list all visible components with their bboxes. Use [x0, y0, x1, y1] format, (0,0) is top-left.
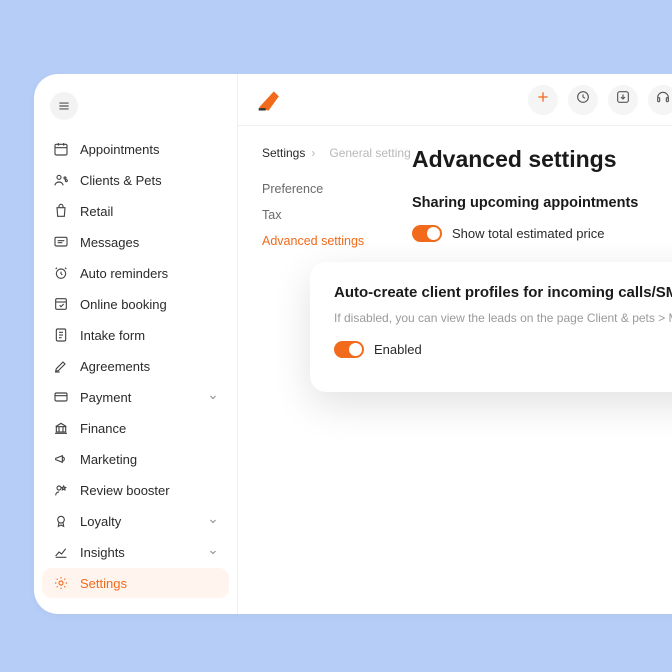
form-icon	[52, 326, 70, 344]
sidebar-item-label: Messages	[80, 235, 139, 250]
auto-create-card: Auto-create client profiles for incoming…	[310, 262, 672, 392]
toggle-enabled-row: Enabled	[334, 341, 672, 358]
sidebar-item-loyalty[interactable]: Loyalty	[42, 506, 229, 536]
payment-icon	[52, 388, 70, 406]
sidebar: Appointments Clients & Pets Retail Messages…	[34, 74, 238, 614]
sidebar-item-settings[interactable]: Settings	[42, 568, 229, 598]
sidebar-item-label: Marketing	[80, 452, 137, 467]
download-button[interactable]	[608, 85, 638, 115]
megaphone-icon	[52, 450, 70, 468]
chevron-down-icon	[207, 515, 219, 527]
toggle-auto-create[interactable]	[334, 341, 364, 358]
bank-icon	[52, 419, 70, 437]
messages-icon	[52, 233, 70, 251]
sidebar-item-label: Review booster	[80, 483, 170, 498]
retail-icon	[52, 202, 70, 220]
review-icon	[52, 481, 70, 499]
sidebar-item-label: Online booking	[80, 297, 167, 312]
sidebar-item-label: Retail	[80, 204, 113, 219]
pen-icon	[52, 357, 70, 375]
subnav-item-advanced-settings[interactable]: Advanced settings	[262, 228, 412, 254]
chevron-down-icon	[207, 391, 219, 403]
sidebar-item-appointments[interactable]: Appointments	[42, 134, 229, 164]
sidebar-item-retail[interactable]: Retail	[42, 196, 229, 226]
chevron-down-icon	[207, 546, 219, 558]
download-icon	[615, 89, 631, 110]
app-logo	[254, 86, 282, 114]
sidebar-item-intake-form[interactable]: Intake form	[42, 320, 229, 350]
toggle-show-price-label: Show total estimated price	[452, 226, 604, 241]
clock-alert-icon	[52, 264, 70, 282]
chart-icon	[52, 543, 70, 561]
gear-icon	[52, 574, 70, 592]
sidebar-item-messages[interactable]: Messages	[42, 227, 229, 257]
clock-icon	[575, 89, 591, 110]
sidebar-item-finance[interactable]: Finance	[42, 413, 229, 443]
toggle-show-price[interactable]	[412, 225, 442, 242]
sidebar-item-label: Insights	[80, 545, 125, 560]
section-sharing-title: Sharing upcoming appointments	[412, 195, 672, 211]
menu-toggle-button[interactable]	[50, 92, 78, 120]
sidebar-item-clients-pets[interactable]: Clients & Pets	[42, 165, 229, 195]
sidebar-item-label: Agreements	[80, 359, 150, 374]
loyalty-icon	[52, 512, 70, 530]
sidebar-item-label: Finance	[80, 421, 126, 436]
subnav-item-tax[interactable]: Tax	[262, 202, 412, 228]
sidebar-item-review-booster[interactable]: Review booster	[42, 475, 229, 505]
sidebar-item-auto-reminders[interactable]: Auto reminders	[42, 258, 229, 288]
history-button[interactable]	[568, 85, 598, 115]
sidebar-item-marketing[interactable]: Marketing	[42, 444, 229, 474]
sidebar-item-label: Auto reminders	[80, 266, 168, 281]
sidebar-item-label: Intake form	[80, 328, 145, 343]
sidebar-item-online-booking[interactable]: Online booking	[42, 289, 229, 319]
sidebar-item-agreements[interactable]: Agreements	[42, 351, 229, 381]
calendar-icon	[52, 140, 70, 158]
booking-icon	[52, 295, 70, 313]
breadcrumb-current: General setting	[329, 146, 410, 160]
sidebar-item-label: Payment	[80, 390, 131, 405]
add-button[interactable]	[528, 85, 558, 115]
toggle-auto-create-label: Enabled	[374, 342, 422, 357]
card-description: If disabled, you can view the leads on t…	[334, 311, 672, 325]
breadcrumb-root[interactable]: Settings	[262, 146, 305, 160]
plus-icon	[535, 89, 551, 110]
topbar	[238, 74, 672, 126]
breadcrumb: Settings›General setting	[262, 146, 412, 160]
toggle-show-price-row: Show total estimated price	[412, 225, 672, 242]
sidebar-item-label: Clients & Pets	[80, 173, 162, 188]
support-button[interactable]	[648, 85, 672, 115]
card-title: Auto-create client profiles for incoming…	[334, 284, 672, 301]
headset-icon	[655, 89, 671, 110]
page-title: Advanced settings	[412, 146, 672, 173]
subnav-item-preference[interactable]: Preference	[262, 176, 412, 202]
sidebar-item-label: Appointments	[80, 142, 160, 157]
sidebar-item-label: Settings	[80, 576, 127, 591]
sidebar-item-payment[interactable]: Payment	[42, 382, 229, 412]
sidebar-item-insights[interactable]: Insights	[42, 537, 229, 567]
clients-icon	[52, 171, 70, 189]
sidebar-item-label: Loyalty	[80, 514, 121, 529]
